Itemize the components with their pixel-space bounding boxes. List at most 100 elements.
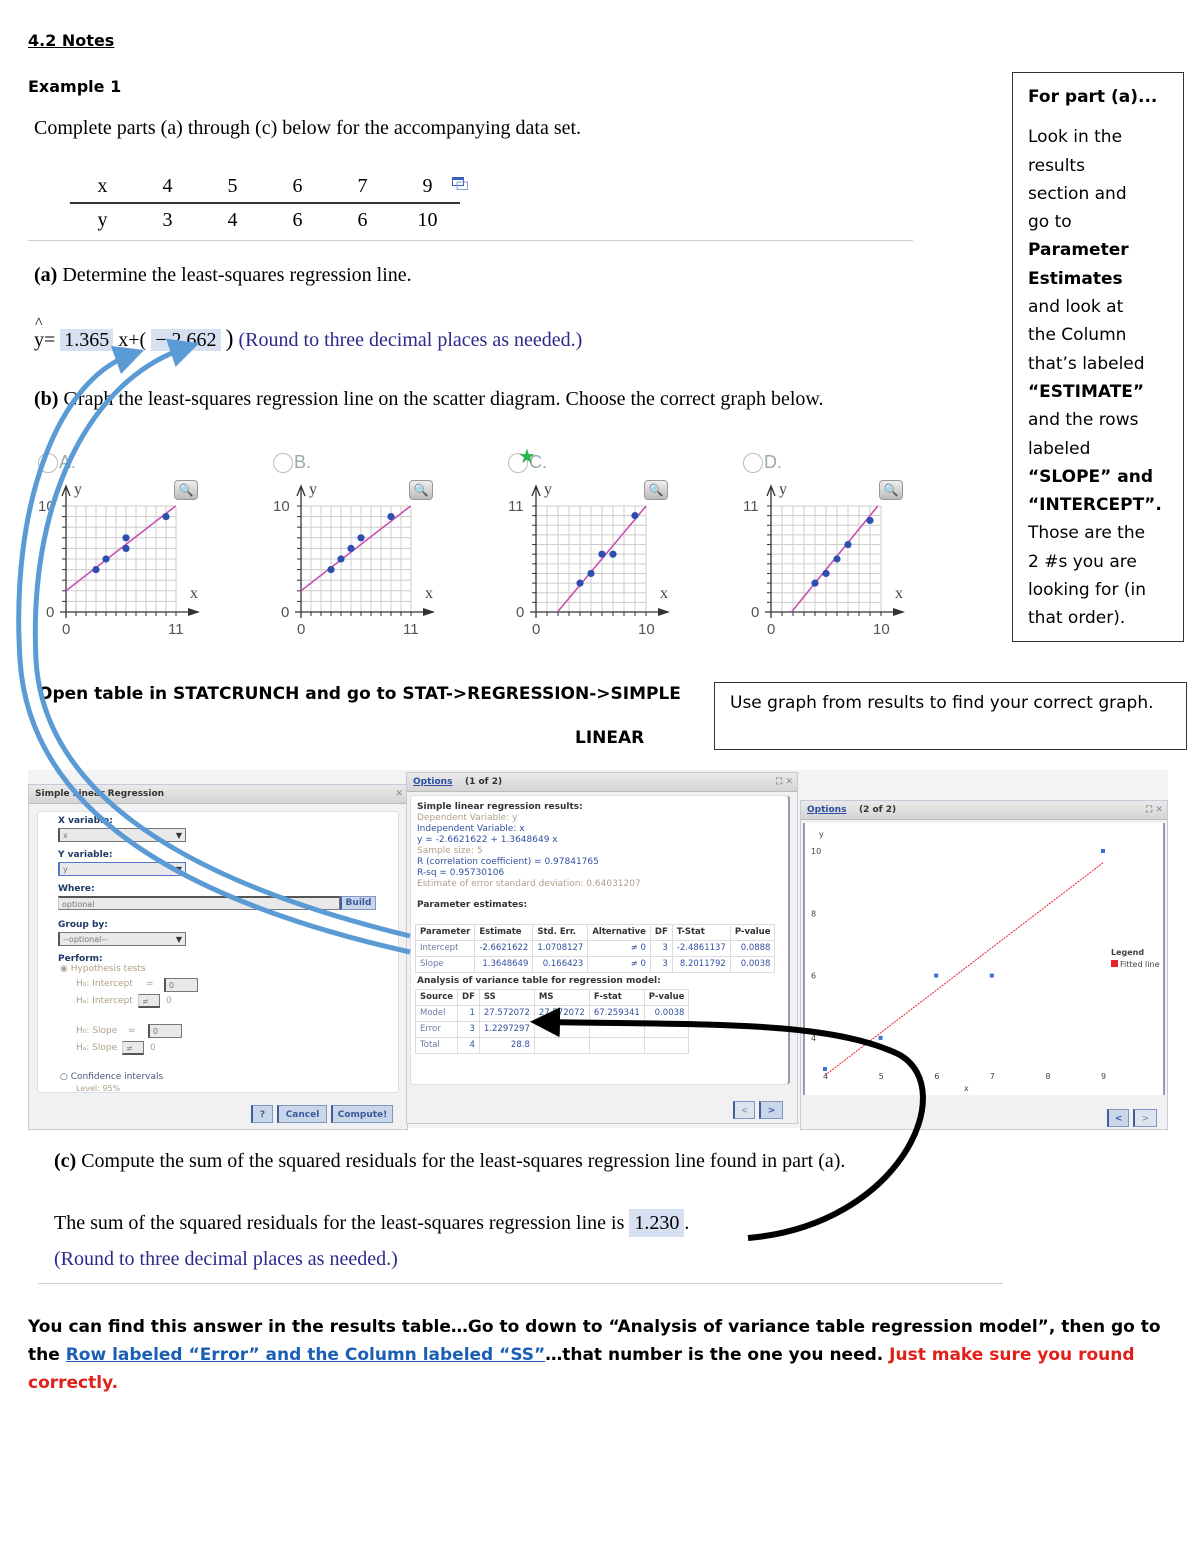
y-hat: ^ y bbox=[34, 315, 44, 351]
y-value: 10 bbox=[417, 208, 438, 231]
data-point bbox=[878, 1035, 883, 1040]
ha-slope-select[interactable]: ≠ bbox=[122, 1041, 144, 1055]
x-tick-label: 6 bbox=[934, 1072, 939, 1081]
independent-variable: Independent Variable: x bbox=[417, 824, 525, 834]
dropdown-arrow-icon: ▼ bbox=[175, 865, 182, 874]
tip-line: Those are the bbox=[1028, 523, 1146, 544]
popout-window-icon[interactable] bbox=[452, 177, 468, 190]
dialog-title: Simple Linear Regression bbox=[35, 789, 165, 799]
scatter-graph: 10 00 11 y x bbox=[273, 481, 435, 638]
scatter-graph: 10 00 11 y x bbox=[38, 481, 200, 638]
part-a-question: (a) Determine the least-squares regressi… bbox=[34, 264, 412, 287]
group-by-select[interactable]: --optional-- ▼ bbox=[58, 932, 186, 946]
hat-symbol: ^ bbox=[35, 315, 43, 332]
parameter-estimates-table: Parameter Estimate Std. Err. Alternative DF T… bbox=[414, 924, 776, 973]
anova-heading: Analysis of variance table for regressio… bbox=[417, 976, 661, 986]
table-cell: 1 bbox=[457, 1005, 480, 1022]
confidence-intervals-radio[interactable]: ○ Confidence intervals bbox=[60, 1072, 163, 1082]
notes-title: 4.2 Notes bbox=[28, 31, 115, 50]
close-paren: ) bbox=[225, 326, 234, 352]
x-axis-arrow bbox=[893, 608, 905, 616]
radio-button[interactable] bbox=[38, 453, 58, 474]
choice-label: A. bbox=[38, 452, 76, 474]
intercept-answer[interactable]: − 2.662 bbox=[151, 329, 221, 351]
slope-answer[interactable]: 1.365 bbox=[60, 329, 114, 351]
ha-intercept-value: 0 bbox=[166, 996, 172, 1006]
cancel-button[interactable]: Cancel bbox=[277, 1105, 327, 1123]
data-point bbox=[122, 544, 130, 552]
x-axis-label: x bbox=[895, 585, 903, 602]
graph-prev-button[interactable]: < bbox=[1107, 1109, 1129, 1127]
table-cell bbox=[588, 1021, 645, 1038]
x-tick-label: 9 bbox=[1101, 1072, 1106, 1081]
part-b-label: (b) bbox=[34, 388, 59, 410]
y-variable-value: y bbox=[63, 865, 68, 874]
tip-line: Parameter bbox=[1028, 240, 1129, 261]
column-header: F-stat bbox=[588, 989, 645, 1006]
close-icon[interactable]: ✕ bbox=[395, 785, 403, 803]
choice-c[interactable]: ★ C. 🔍 11 0 0 10 y x bbox=[498, 446, 713, 652]
radio-button[interactable] bbox=[743, 453, 763, 474]
choice-d[interactable]: D. 🔍 11 0 0 10 y x bbox=[733, 452, 948, 652]
hypothesis-tests-radio[interactable]: ◉ Hypothesis tests bbox=[60, 964, 146, 974]
prev-page-button[interactable]: < bbox=[733, 1101, 755, 1119]
choice-b[interactable]: B. 🔍 10 0 0 11 y x bbox=[263, 452, 478, 652]
part-b-text: Graph the least-squares regression line … bbox=[58, 388, 824, 410]
y-value: 6 bbox=[357, 208, 368, 231]
x-zero-label: 0 bbox=[62, 621, 70, 638]
statcrunch-instructions: Open table in STATCRUNCH and go to STAT-… bbox=[38, 684, 681, 704]
table-cell: 1.2297297 bbox=[478, 1021, 535, 1038]
perform-label: Perform: bbox=[58, 954, 103, 964]
next-page-button[interactable]: > bbox=[759, 1101, 783, 1119]
scatter-graph: 11 00 10 y x bbox=[508, 481, 670, 638]
column-header: P-value bbox=[643, 989, 690, 1006]
x-max-label: 11 bbox=[403, 621, 419, 638]
table-cell: 8.2011792 bbox=[671, 956, 731, 973]
compute-button[interactable]: Compute! bbox=[331, 1105, 393, 1123]
build-button[interactable]: Build bbox=[340, 896, 376, 910]
x-tick-label: 5 bbox=[879, 1072, 884, 1081]
ha-intercept-select[interactable]: ≠ bbox=[138, 994, 160, 1008]
where-input[interactable]: optional bbox=[58, 896, 340, 910]
x-variable-value: x bbox=[63, 831, 68, 840]
graph-options-menu[interactable]: Options bbox=[807, 805, 846, 815]
dependent-variable: Dependent Variable: y bbox=[417, 813, 518, 823]
radio-button[interactable] bbox=[273, 453, 293, 474]
help-button[interactable]: ? bbox=[251, 1105, 273, 1123]
confidence-level[interactable]: Level: 95% bbox=[76, 1084, 120, 1093]
y-variable-label: Y variable: bbox=[58, 850, 113, 860]
column-header: P-value bbox=[729, 924, 776, 941]
table-row: Intercept -2.6621622 1.0708127 ≠ 0 3 -2.48611… bbox=[414, 940, 776, 957]
dropdown-arrow-icon: ▼ bbox=[175, 935, 182, 944]
options-menu[interactable]: Options bbox=[413, 777, 452, 787]
tip-heading: For part (a)... bbox=[1028, 87, 1158, 107]
y-tick-label: 8 bbox=[811, 909, 816, 918]
tip-line: and look at bbox=[1028, 297, 1124, 318]
choice-letter: D. bbox=[764, 452, 782, 472]
h0-intercept-input[interactable]: 0 bbox=[164, 978, 198, 992]
y-zero-label: 0 bbox=[516, 604, 524, 621]
h0-intercept-label: H₀: Intercept bbox=[76, 979, 133, 989]
graph-next-button[interactable]: > bbox=[1133, 1109, 1157, 1127]
h0-slope-input[interactable]: 0 bbox=[148, 1024, 182, 1038]
column-header: MS bbox=[533, 989, 590, 1006]
x-axis-arrow bbox=[658, 608, 670, 616]
window-controls-icon[interactable]: ⛶ ✕ bbox=[1146, 801, 1163, 819]
hypothesis-tests-label: Hypothesis tests bbox=[70, 964, 146, 974]
table-cell: -2.4861137 bbox=[671, 940, 731, 957]
window-controls-icon[interactable]: ⛶ ✕ bbox=[776, 773, 793, 791]
choice-a[interactable]: A. 🔍 10 0 0 11 y x bbox=[28, 452, 243, 652]
table-cell: 67.259341 bbox=[588, 1005, 645, 1022]
sample-size: Sample size: 5 bbox=[417, 846, 483, 856]
data-point bbox=[337, 555, 345, 563]
data-point bbox=[866, 516, 874, 525]
tip-line: “ESTIMATE” bbox=[1028, 381, 1145, 402]
x-value: 4 bbox=[135, 170, 200, 204]
dropdown-arrow-icon: ▼ bbox=[175, 831, 182, 840]
h0-intercept-value: 0 bbox=[169, 981, 175, 990]
y-variable-select[interactable]: y ▼ bbox=[58, 862, 186, 876]
ssr-answer[interactable]: 1.230 bbox=[629, 1209, 685, 1237]
graph-window: Options (2 of 2) ⛶ ✕ y 10 8 6 4 4 5 6 7 8 9 x Legend F… bbox=[800, 800, 1168, 1130]
x-variable-select[interactable]: x ▼ bbox=[58, 828, 186, 842]
table-cell: 28.8 bbox=[478, 1037, 535, 1054]
